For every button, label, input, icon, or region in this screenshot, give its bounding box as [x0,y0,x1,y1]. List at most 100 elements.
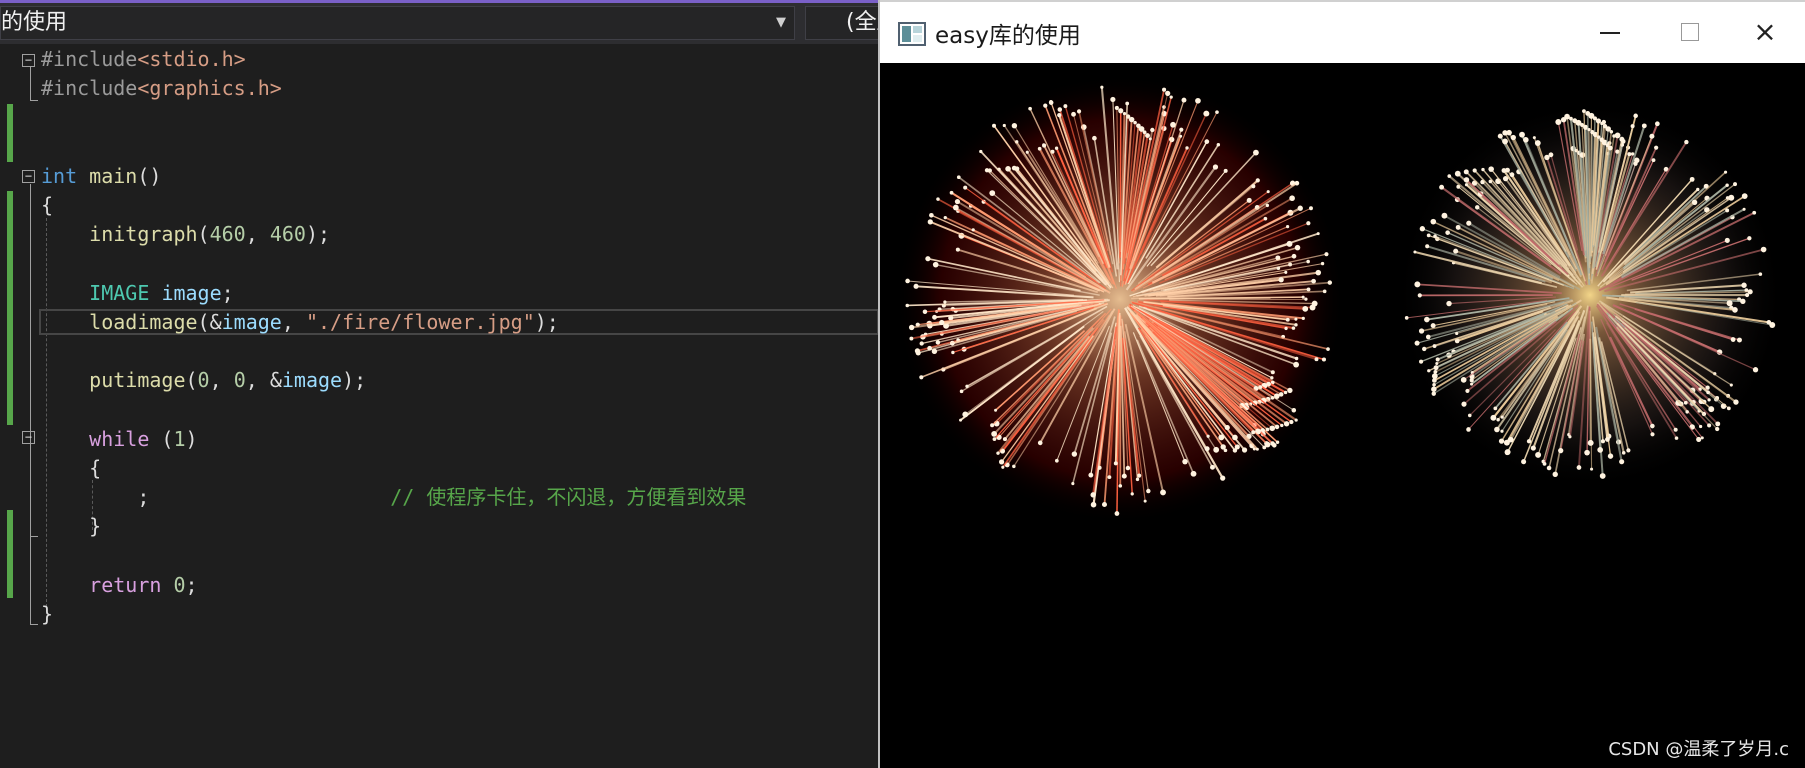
code-token: } [41,514,102,539]
collapse-icon[interactable]: − [22,170,35,183]
code-token: ; [185,572,198,597]
scope-dropdown[interactable]: 的使用 ▼ [0,6,795,40]
minimize-icon [1600,32,1620,34]
firework-spark [1441,212,1448,219]
code-line[interactable]: initgraph(460, 460); [41,220,330,249]
code-token: main [89,163,138,188]
firework-spark [1037,440,1043,446]
firework-spark [1301,295,1305,299]
firework-spark [1447,174,1452,178]
firework-spark [990,423,995,428]
firework-spark [1741,282,1747,288]
firework-spark [1274,424,1280,430]
window-titlebar[interactable]: easy库的使用 × [880,0,1805,63]
firework-spark [1042,143,1047,148]
code-line[interactable]: } [41,512,101,541]
firework-spark [1302,305,1309,312]
collapse-icon[interactable]: − [22,431,35,444]
firework-spark [1590,467,1594,471]
firework-spark [1723,170,1728,174]
firework-spark [1419,359,1424,364]
firework-spark [1037,146,1042,151]
firework-spark [1284,270,1288,274]
firework-spark [1241,447,1248,453]
firework-spark [919,375,924,380]
firework-spark [1430,218,1437,225]
firework-spark [989,190,996,196]
firework-spark [1182,458,1188,465]
maximize-button[interactable] [1655,12,1725,52]
code-line[interactable]: ; // 使程序卡住，不闪退，方便看到效果 [41,483,746,512]
chevron-down-icon[interactable]: ▼ [776,7,786,39]
firework-spark [1599,473,1606,479]
code-line[interactable]: #include<stdio.h> [41,45,246,74]
firework-spark [1453,248,1459,254]
firework-spark [1432,383,1436,387]
close-icon: × [1753,15,1777,48]
firework-spark [1203,110,1210,117]
firework-spark [1605,437,1610,442]
code-token: ( [197,222,210,247]
firework-spark [1181,97,1187,103]
firework-spark [1626,448,1631,453]
firework-spark [1002,123,1006,128]
code-token: 1 [173,426,186,451]
graphics-canvas[interactable]: CSDN @温柔了岁月.c [880,63,1805,768]
firework-spark [1283,421,1290,427]
firework-spark [992,437,997,442]
firework-spark [1650,423,1655,429]
code-line[interactable]: { [41,454,101,483]
firework-spark [1251,184,1256,189]
firework-spark [1674,436,1679,440]
firework-spark [1234,444,1240,450]
code-line[interactable]: putimage(0, 0, &image); [41,366,366,395]
code-line[interactable]: IMAGE image; [41,279,234,308]
code-line[interactable]: { [41,191,53,220]
firework-spark [913,283,919,289]
firework-spark [1651,158,1656,163]
firework-spark [1431,386,1437,392]
firework-spark [1287,387,1293,394]
close-button[interactable]: × [1730,12,1800,52]
firework-spark [1160,489,1166,496]
code-line[interactable]: #include<graphics.h> [41,74,282,103]
firework-spark [1316,232,1320,236]
firework-spark [1641,123,1647,129]
firework-spark [1532,136,1536,140]
firework-spark [1488,166,1494,172]
code-line[interactable]: loadimage(&image, "./fire/flower.jpg"); [41,308,559,337]
firework-spark [1128,116,1135,123]
firework-spark [1011,165,1017,171]
firework-spark [984,168,990,173]
code-line[interactable]: while (1) [41,425,197,454]
firework-spark [1621,451,1626,455]
firework-spark [1284,326,1288,331]
minimize-button[interactable] [1575,12,1645,52]
code-token: loadimage [89,309,198,334]
collapse-icon[interactable]: − [22,54,35,67]
firework-spark [1433,234,1437,238]
firework-spark [1612,134,1616,138]
outline-line [30,184,31,624]
firework-spark [1220,475,1226,481]
csdn-watermark: CSDN @温柔了岁月.c [1608,739,1789,760]
firework-spark [1630,124,1635,129]
firework-spark [1291,253,1297,259]
firework-spark [1162,87,1167,92]
firework-spark [1504,449,1511,456]
firework-spark [1414,281,1421,288]
code-line[interactable]: } [41,600,53,629]
code-token: <stdio.h> [137,47,246,71]
firework-spark [1028,106,1032,111]
firework-spark [1733,182,1737,187]
firework-spark [1446,300,1452,307]
code-line[interactable]: int main() [41,162,161,191]
code-line[interactable]: return 0; [41,571,198,600]
firework-spark [1090,501,1097,508]
firework-spark [1125,101,1130,106]
firework-spark [1732,307,1738,313]
easyx-app-window[interactable]: easy库的使用 × CSDN @温柔了岁月.c [878,0,1805,768]
outline-end [30,624,38,625]
